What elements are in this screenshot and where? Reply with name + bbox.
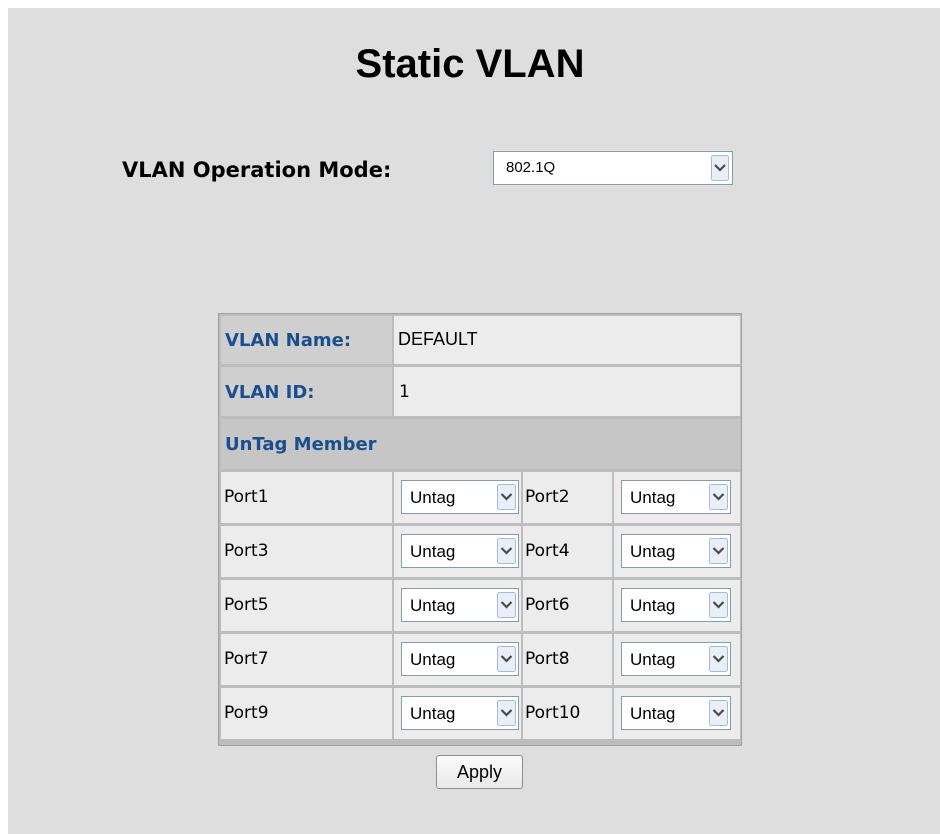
vlan-id-label: VLAN ID: xyxy=(221,367,392,416)
port-label: Port9 xyxy=(221,688,392,739)
port-label: Port7 xyxy=(221,634,392,685)
port-label: Port2 xyxy=(523,472,612,523)
port-untag-select[interactable]: Untag xyxy=(621,696,731,730)
vlan-name-label: VLAN Name: xyxy=(221,316,392,364)
port-label: Port1 xyxy=(221,472,392,523)
port-label: Port3 xyxy=(221,526,392,577)
port-untag-select[interactable]: Untag xyxy=(401,696,519,730)
port-label: Port10 xyxy=(523,688,612,739)
vlan-settings-table: VLAN Name: DEFAULT VLAN ID: 1 UnTag Memb… xyxy=(218,313,742,746)
chevron-down-icon[interactable] xyxy=(709,538,728,564)
chevron-down-icon[interactable] xyxy=(709,646,728,672)
chevron-down-icon[interactable] xyxy=(497,484,516,510)
chevron-down-icon[interactable] xyxy=(709,700,728,726)
port-label: Port4 xyxy=(523,526,612,577)
port-untag-select[interactable]: Untag xyxy=(621,588,731,622)
port-setting-cell: Untag xyxy=(394,526,521,577)
vlan-id-value: 1 xyxy=(394,367,740,416)
port-untag-value: Untag xyxy=(630,542,676,561)
port-setting-cell: Untag xyxy=(614,580,740,631)
port-untag-select[interactable]: Untag xyxy=(401,480,519,514)
port-label: Port5 xyxy=(221,580,392,631)
vlan-name-value: DEFAULT xyxy=(394,316,740,364)
port-untag-value: Untag xyxy=(410,704,456,723)
port-setting-cell: Untag xyxy=(614,688,740,739)
chevron-down-icon[interactable] xyxy=(497,538,516,564)
port-untag-select[interactable]: Untag xyxy=(401,642,519,676)
port-untag-select[interactable]: Untag xyxy=(621,534,731,568)
port-untag-value: Untag xyxy=(410,488,456,507)
port-untag-value: Untag xyxy=(630,488,676,507)
port-untag-value: Untag xyxy=(410,542,456,561)
chevron-down-icon[interactable] xyxy=(709,484,728,510)
chevron-down-icon[interactable] xyxy=(709,592,728,618)
vlan-operation-mode-label: VLAN Operation Mode: xyxy=(122,158,392,182)
port-untag-select[interactable]: Untag xyxy=(621,480,731,514)
vlan-operation-mode-select[interactable]: 802.1Q xyxy=(493,151,733,185)
chevron-down-icon[interactable] xyxy=(497,592,516,618)
port-setting-cell: Untag xyxy=(394,688,521,739)
port-setting-cell: Untag xyxy=(394,472,521,523)
port-label: Port8 xyxy=(523,634,612,685)
vlan-operation-mode-value: 802.1Q xyxy=(506,159,556,176)
port-untag-select[interactable]: Untag xyxy=(401,588,519,622)
chevron-down-icon[interactable] xyxy=(497,700,516,726)
port-untag-select[interactable]: Untag xyxy=(621,642,731,676)
untag-member-header: UnTag Member xyxy=(221,419,740,469)
page-title: Static VLAN xyxy=(355,42,585,86)
chevron-down-icon[interactable] xyxy=(497,646,516,672)
apply-button[interactable]: Apply xyxy=(436,755,523,789)
port-setting-cell: Untag xyxy=(394,634,521,685)
port-setting-cell: Untag xyxy=(614,526,740,577)
port-untag-select[interactable]: Untag xyxy=(401,534,519,568)
port-label: Port6 xyxy=(523,580,612,631)
port-setting-cell: Untag xyxy=(614,472,740,523)
port-setting-cell: Untag xyxy=(614,634,740,685)
port-untag-value: Untag xyxy=(410,650,456,669)
port-untag-value: Untag xyxy=(630,596,676,615)
port-setting-cell: Untag xyxy=(394,580,521,631)
port-untag-value: Untag xyxy=(630,704,676,723)
chevron-down-icon[interactable] xyxy=(711,155,729,181)
port-untag-value: Untag xyxy=(630,650,676,669)
port-untag-value: Untag xyxy=(410,596,456,615)
